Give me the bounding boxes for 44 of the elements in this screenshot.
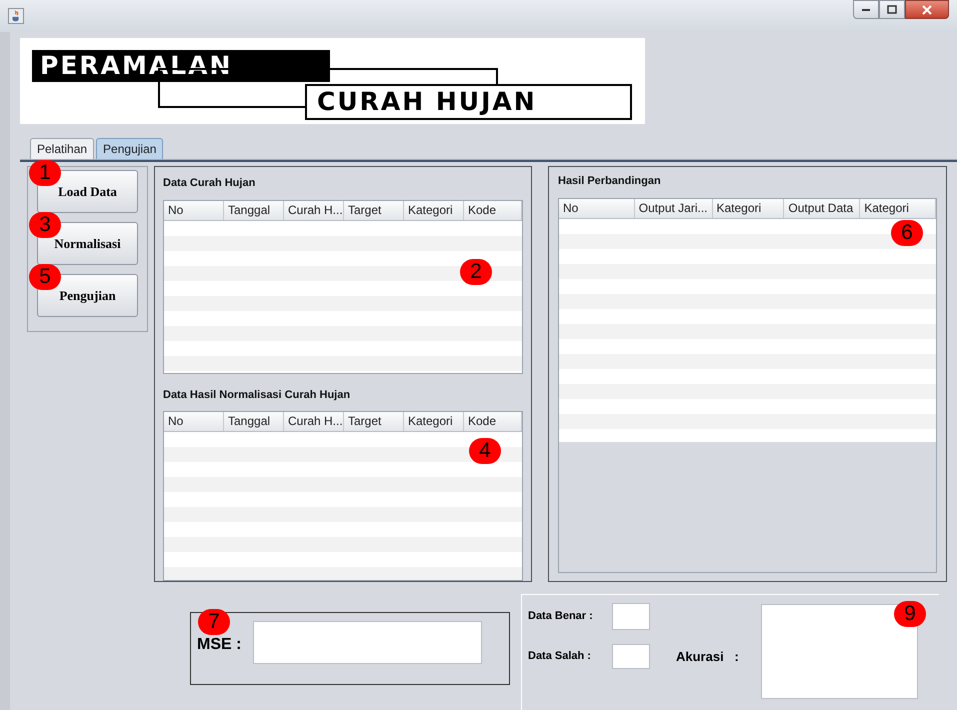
- wrong-label: Data Salah :: [528, 649, 592, 664]
- column-header[interactable]: Target: [344, 412, 404, 431]
- column-header[interactable]: Kategori: [404, 412, 464, 431]
- correct-label: Data Benar :: [528, 609, 594, 624]
- number-marker: 5: [29, 264, 61, 290]
- number-marker: 7: [198, 609, 230, 635]
- accuracy-label: Akurasi :: [676, 648, 739, 666]
- column-header[interactable]: No: [559, 198, 635, 218]
- minimize-icon: [861, 8, 871, 12]
- minimize-button[interactable]: [853, 0, 879, 19]
- column-header[interactable]: No: [164, 412, 224, 431]
- column-header[interactable]: Tanggal: [224, 200, 284, 220]
- number-marker: 3: [29, 212, 61, 238]
- column-header[interactable]: Curah H...: [284, 412, 344, 431]
- logo-subtitle: CURAH HUJAN: [305, 84, 632, 120]
- tab[interactable]: Pengujian: [96, 138, 164, 159]
- column-header[interactable]: Kode: [464, 412, 522, 431]
- panel-title: Data Hasil Normalisasi Curah Hujan: [163, 388, 352, 402]
- mse-field[interactable]: [253, 621, 482, 664]
- panel-title: Data Curah Hujan: [163, 176, 256, 191]
- java-cup-icon: [8, 8, 24, 24]
- column-header[interactable]: Tanggal: [224, 412, 284, 431]
- close-button[interactable]: [905, 0, 949, 19]
- column-header[interactable]: Kategori: [712, 198, 784, 218]
- correct-field[interactable]: [612, 603, 650, 630]
- column-header[interactable]: Curah H...: [284, 200, 344, 220]
- logo-title: PERAMALAN: [32, 50, 330, 82]
- column-header[interactable]: Kategori: [404, 200, 464, 220]
- maximize-icon: [887, 5, 897, 14]
- wrong-field[interactable]: [612, 644, 650, 669]
- close-icon: [922, 4, 932, 14]
- column-header[interactable]: Kode: [464, 200, 522, 220]
- accuracy-field[interactable]: [760, 604, 918, 699]
- column-header[interactable]: Kategori: [860, 198, 936, 218]
- maximize-button[interactable]: [879, 0, 905, 19]
- number-marker: 9: [894, 601, 926, 627]
- column-header[interactable]: Output Data: [784, 198, 860, 218]
- column-header[interactable]: Target: [344, 200, 404, 220]
- tab[interactable]: Pelatihan: [30, 138, 94, 159]
- column-header[interactable]: Output Jari...: [634, 198, 712, 218]
- panel-title: Hasil Perbandingan: [558, 174, 662, 189]
- column-header[interactable]: No: [164, 200, 224, 220]
- number-marker: 1: [29, 160, 61, 186]
- mse-label: MSE :: [197, 635, 242, 655]
